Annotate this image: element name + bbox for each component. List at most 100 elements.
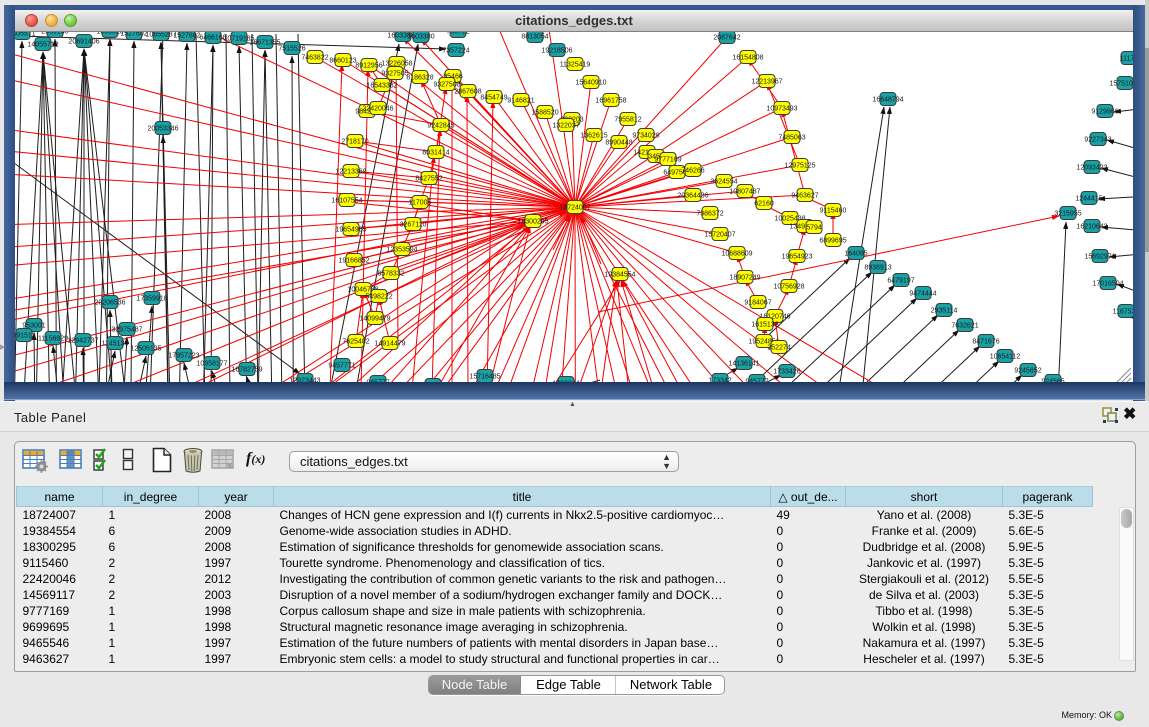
svg-text:1615132: 1615132 bbox=[751, 321, 778, 328]
svg-text:6899695: 6899695 bbox=[819, 237, 846, 244]
svg-text:9777169: 9777169 bbox=[654, 156, 681, 163]
svg-text:20364436: 20364436 bbox=[677, 192, 708, 199]
svg-text:15751074: 15751074 bbox=[1109, 80, 1133, 87]
svg-text:19166852: 19166852 bbox=[338, 257, 369, 264]
svg-text:8186328: 8186328 bbox=[406, 74, 433, 81]
svg-text:1167533: 1167533 bbox=[1113, 308, 1133, 315]
svg-text:14136141: 14136141 bbox=[728, 360, 759, 367]
svg-text:10756928: 10756928 bbox=[773, 283, 804, 290]
svg-text:2069140: 2069140 bbox=[41, 32, 68, 35]
svg-text:7463822: 7463822 bbox=[301, 54, 328, 61]
svg-text:17957223: 17957223 bbox=[168, 352, 199, 359]
svg-text:10973493: 10973493 bbox=[766, 105, 797, 112]
svg-text:12942737: 12942737 bbox=[67, 337, 98, 344]
svg-text:8471676: 8471676 bbox=[972, 338, 999, 345]
svg-text:10688609: 10688609 bbox=[721, 250, 752, 257]
svg-text:18907249: 18907249 bbox=[729, 274, 760, 281]
svg-text:14099479: 14099479 bbox=[359, 315, 390, 322]
svg-text:9457771: 9457771 bbox=[328, 362, 355, 369]
svg-text:8660123: 8660123 bbox=[329, 57, 356, 64]
svg-text:15640910: 15640910 bbox=[575, 79, 606, 86]
svg-text:17016504: 17016504 bbox=[1092, 280, 1123, 287]
svg-text:5498222: 5498222 bbox=[365, 293, 392, 300]
svg-text:12505135: 12505135 bbox=[130, 345, 161, 352]
svg-text:9242845: 9242845 bbox=[427, 122, 454, 129]
svg-text:8912956: 8912956 bbox=[355, 62, 382, 69]
svg-text:16154808: 16154808 bbox=[732, 54, 763, 61]
svg-text:16210643: 16210643 bbox=[1076, 223, 1107, 230]
svg-text:391513: 391513 bbox=[15, 332, 36, 339]
svg-text:9327505: 9327505 bbox=[381, 70, 408, 77]
svg-text:16648794: 16648794 bbox=[872, 96, 903, 103]
svg-text:173342: 173342 bbox=[708, 377, 731, 382]
svg-text:62160: 62160 bbox=[754, 200, 774, 207]
svg-text:117005: 117005 bbox=[409, 199, 432, 206]
svg-text:20053346: 20053346 bbox=[147, 125, 178, 132]
svg-text:1733426: 1733426 bbox=[773, 368, 800, 375]
svg-text:12353594: 12353594 bbox=[386, 246, 417, 253]
svg-text:945777: 945777 bbox=[366, 379, 389, 382]
svg-text:9227343: 9227343 bbox=[1084, 136, 1111, 143]
svg-text:3624554: 3624554 bbox=[710, 178, 737, 185]
svg-text:1527602: 1527602 bbox=[120, 32, 147, 37]
svg-text:7625402: 7625402 bbox=[342, 338, 369, 345]
svg-text:7632621: 7632621 bbox=[951, 322, 978, 329]
svg-text:252274: 252274 bbox=[767, 344, 790, 351]
svg-text:3215955: 3215955 bbox=[1054, 210, 1081, 217]
svg-text:20206536: 20206536 bbox=[94, 299, 125, 306]
svg-text:9474444: 9474444 bbox=[909, 290, 936, 297]
svg-text:12213369: 12213369 bbox=[335, 168, 366, 175]
svg-text:924565: 924565 bbox=[1041, 378, 1064, 382]
svg-text:1405571: 1405571 bbox=[15, 32, 36, 37]
svg-text:10958177: 10958177 bbox=[196, 360, 227, 367]
svg-text:1362615: 1362615 bbox=[580, 132, 607, 139]
svg-text:1292344: 1292344 bbox=[552, 380, 579, 382]
svg-text:16782759: 16782759 bbox=[231, 366, 262, 373]
svg-text:1145134: 1145134 bbox=[102, 340, 129, 347]
svg-text:9327508: 9327508 bbox=[433, 81, 460, 88]
svg-text:8031414: 8031414 bbox=[422, 149, 449, 156]
svg-text:1603380: 1603380 bbox=[407, 33, 434, 40]
svg-text:8578332: 8578332 bbox=[377, 270, 404, 277]
svg-text:2718170: 2718170 bbox=[341, 138, 368, 145]
svg-text:8427552: 8427552 bbox=[415, 175, 442, 182]
svg-text:16961758: 16961758 bbox=[595, 97, 626, 104]
svg-text:2935114: 2935114 bbox=[931, 307, 958, 314]
svg-text:7357224: 7357224 bbox=[442, 47, 469, 54]
svg-text:11325419: 11325419 bbox=[560, 61, 591, 68]
svg-text:1588520: 1588520 bbox=[531, 109, 558, 116]
svg-text:10807487: 10807487 bbox=[729, 188, 760, 195]
svg-text:14914479: 14914479 bbox=[374, 340, 405, 347]
svg-text:14055712: 14055712 bbox=[27, 41, 58, 48]
svg-text:19384554: 19384554 bbox=[604, 271, 635, 278]
svg-text:12923443: 12923443 bbox=[289, 377, 320, 382]
svg-text:9115460: 9115460 bbox=[820, 207, 847, 214]
svg-text:11172: 11172 bbox=[1120, 55, 1133, 62]
svg-text:22420046: 22420046 bbox=[362, 105, 393, 112]
svg-text:945777: 945777 bbox=[745, 378, 768, 382]
svg-text:20691406: 20691406 bbox=[68, 38, 99, 45]
svg-text:17359918: 17359918 bbox=[136, 295, 167, 302]
svg-text:11156829: 11156829 bbox=[38, 335, 68, 342]
svg-text:9245652: 9245652 bbox=[1014, 367, 1041, 374]
svg-text:1244415: 1244415 bbox=[1075, 195, 1102, 202]
svg-text:7515526: 7515526 bbox=[278, 45, 305, 52]
svg-text:8454749: 8454749 bbox=[480, 94, 507, 101]
svg-text:19218506: 19218506 bbox=[541, 47, 572, 54]
svg-text:8990448: 8990448 bbox=[605, 139, 632, 146]
svg-text:15692971: 15692971 bbox=[1084, 253, 1115, 260]
svg-text:2867608: 2867608 bbox=[454, 88, 481, 95]
svg-text:9463627: 9463627 bbox=[791, 192, 818, 199]
svg-text:746266: 746266 bbox=[681, 167, 704, 174]
svg-text:8813054: 8813054 bbox=[521, 33, 548, 40]
svg-text:19654985: 19654985 bbox=[335, 226, 366, 233]
svg-text:1322037: 1322037 bbox=[552, 122, 579, 129]
svg-text:10655287: 10655287 bbox=[145, 32, 176, 38]
svg-text:5794: 5794 bbox=[806, 224, 822, 231]
svg-text:15720407: 15720407 bbox=[704, 231, 735, 238]
svg-text:12093423: 12093423 bbox=[1076, 164, 1107, 171]
svg-text:7485063: 7485063 bbox=[778, 134, 805, 141]
svg-text:16671355: 16671355 bbox=[249, 39, 280, 46]
svg-text:12213967: 12213967 bbox=[751, 78, 782, 85]
svg-text:9129966: 9129966 bbox=[1091, 108, 1118, 115]
